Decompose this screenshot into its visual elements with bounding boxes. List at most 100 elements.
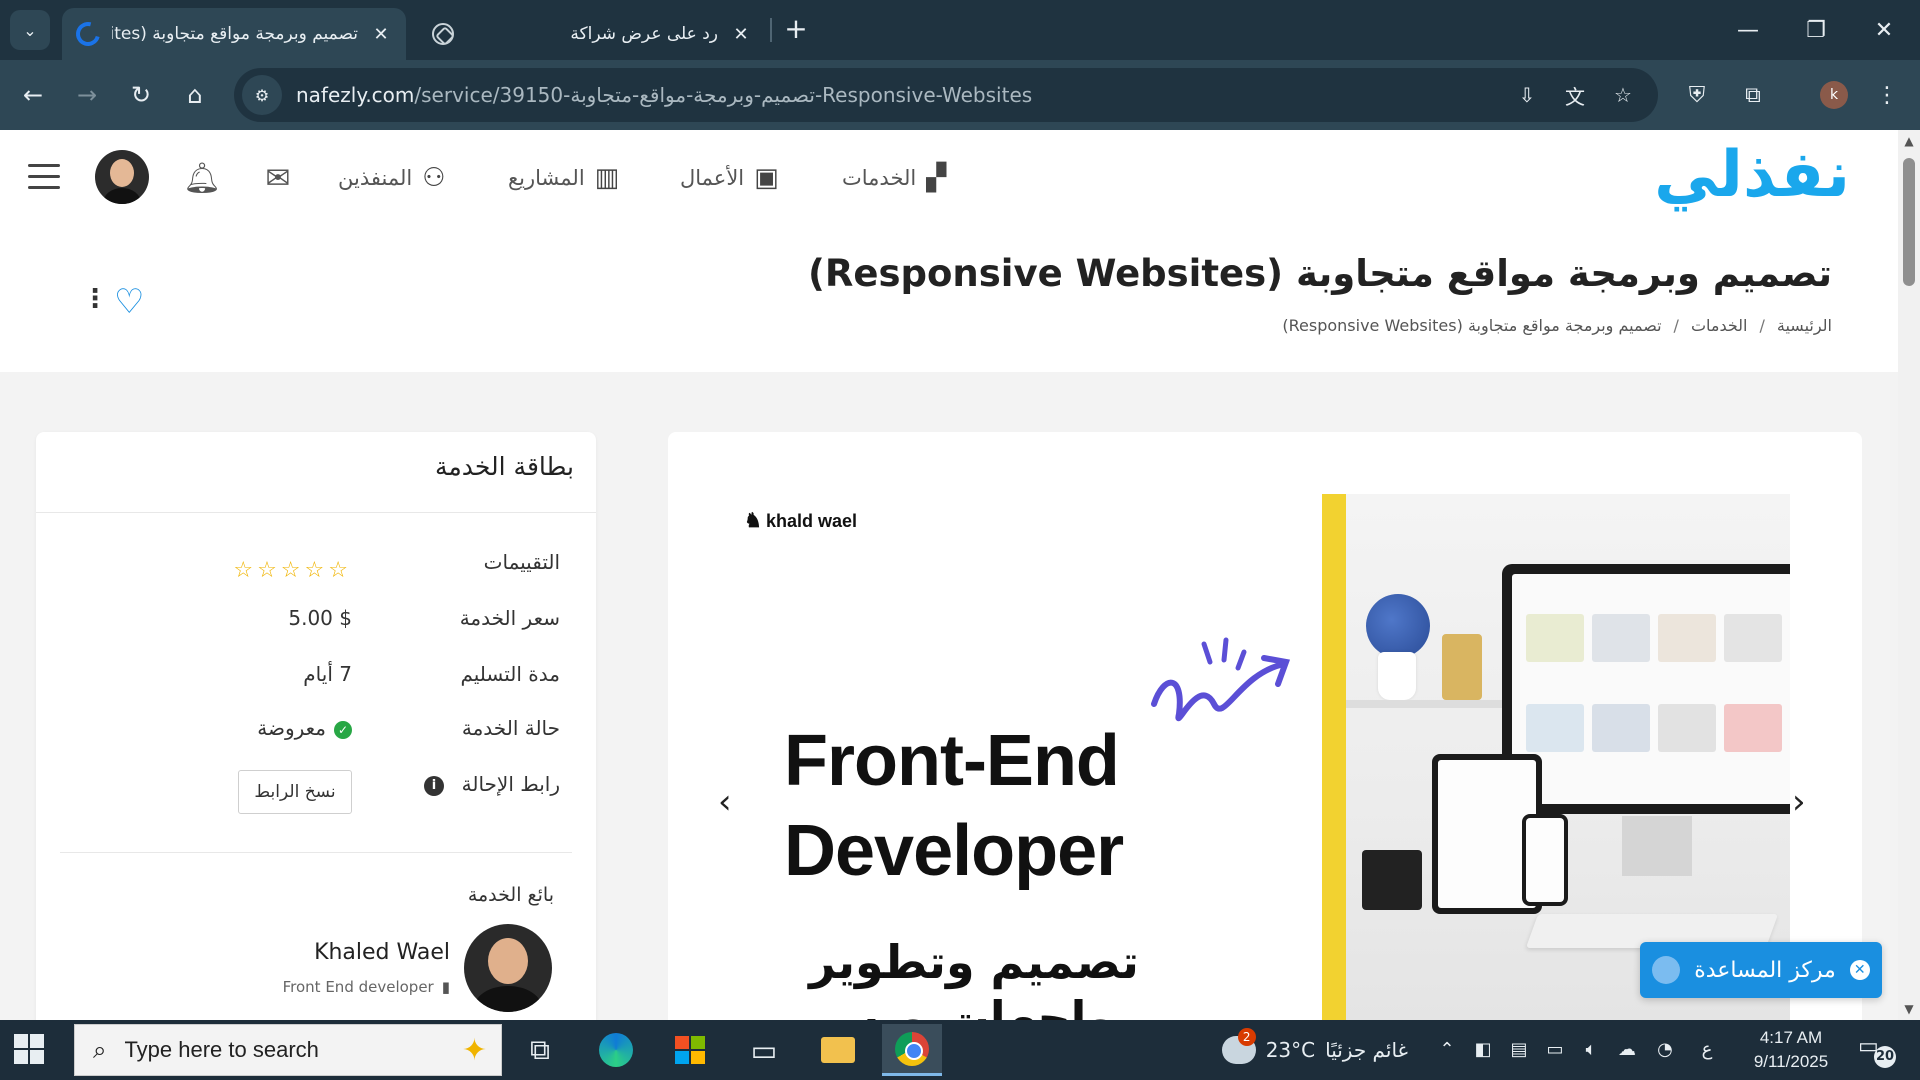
product-tile xyxy=(1658,614,1716,662)
profile-avatar[interactable]: k xyxy=(1820,81,1848,109)
envelope-icon[interactable]: ✉ xyxy=(254,154,302,202)
close-icon[interactable]: ✕ xyxy=(1849,960,1870,980)
close-icon[interactable]: ✕ xyxy=(370,24,392,45)
product-tile xyxy=(1658,704,1716,752)
translate-icon[interactable]: 文 xyxy=(1560,80,1590,110)
box-decoration xyxy=(1362,850,1422,910)
flowers-decoration xyxy=(1366,594,1430,658)
arrow-left-icon: ← xyxy=(22,81,44,109)
tab-search-button[interactable]: ⌄ xyxy=(10,10,50,50)
onedrive-error-icon[interactable]: ☁ xyxy=(1614,1036,1640,1062)
nav-freelancers[interactable]: ⚇ المنفذين xyxy=(338,158,446,198)
seller-role-text: Front End developer xyxy=(282,978,434,996)
site-info-icon[interactable]: ⚙ xyxy=(242,75,282,115)
taskbar-search-placeholder: Type here to search xyxy=(124,1037,319,1062)
meet-icon[interactable]: ◧ xyxy=(1470,1036,1496,1062)
tab-separator xyxy=(770,18,772,42)
chevron-up-icon[interactable]: ⌃ xyxy=(1434,1036,1460,1062)
product-tile xyxy=(1724,704,1782,752)
browser-menu-icon[interactable]: ⋮ xyxy=(1868,76,1906,114)
star-icon: ☆ xyxy=(280,558,305,583)
monitor-stand xyxy=(1622,816,1692,876)
slide-arabic-text: تصميم وتطوير واجهات ويب تفاعلية xyxy=(764,934,1184,1020)
heart-icon[interactable]: ♡ xyxy=(114,282,144,322)
headline-line1: Front-End xyxy=(784,721,1120,801)
edge-icon xyxy=(599,1033,633,1067)
scroll-thumb[interactable] xyxy=(1903,158,1915,286)
chrome-app[interactable] xyxy=(882,1024,942,1076)
weather-temperature: 23°C xyxy=(1265,1038,1316,1062)
phone-screen xyxy=(1526,818,1564,902)
chevron-down-icon: ⌄ xyxy=(23,20,37,40)
card-title: بطاقة الخدمة xyxy=(434,452,574,481)
reload-button[interactable]: ↻ xyxy=(122,76,160,114)
remote-desktop-app[interactable]: ▭ xyxy=(734,1024,794,1076)
minimize-button[interactable]: — xyxy=(1724,10,1772,50)
briefcase-icon: ▥ xyxy=(594,163,620,193)
price-label: سعر الخدمة xyxy=(459,606,560,630)
wifi-icon[interactable]: ◔ xyxy=(1652,1036,1678,1062)
page-scrollbar[interactable]: ▲ ▼ xyxy=(1898,130,1920,1020)
back-button[interactable]: ← xyxy=(14,76,52,114)
hamburger-menu-icon[interactable] xyxy=(28,164,60,190)
edge-app[interactable] xyxy=(586,1024,646,1076)
page-title: تصميم وبرمجة مواقع متجاوبة (Responsive W… xyxy=(808,252,1832,295)
seller-name[interactable]: Khaled Wael xyxy=(314,940,450,965)
shield-extension-icon[interactable]: ⛨ xyxy=(1678,76,1716,114)
notification-center-icon[interactable]: ▭ 20 xyxy=(1858,1034,1898,1068)
scroll-down-icon[interactable]: ▼ xyxy=(1902,1002,1916,1016)
nav-projects[interactable]: ▥ المشاريع xyxy=(508,158,619,198)
close-icon[interactable]: ✕ xyxy=(730,24,752,45)
file-explorer-app[interactable] xyxy=(808,1024,868,1076)
home-icon: ⌂ xyxy=(187,81,203,109)
breadcrumb-home[interactable]: الرئيسية xyxy=(1777,316,1832,335)
tab-active[interactable]: تصميم وبرمجة مواقع متجاوبة (Responsive W… xyxy=(62,8,406,60)
new-tab-button[interactable]: + xyxy=(780,14,812,46)
url-text[interactable]: nafezly.com/service/39150-تصميم-وبرمجة-م… xyxy=(296,83,1032,107)
task-view-icon[interactable]: ⧉ xyxy=(510,1024,570,1076)
bell-icon[interactable]: 🔔︎ xyxy=(178,154,226,202)
kebab-menu-icon[interactable]: ⋮ xyxy=(82,284,108,314)
address-bar[interactable]: ⚙ nafezly.com/service/39150-تصميم-وبرمجة… xyxy=(234,68,1658,122)
nav-services[interactable]: ▞ الخدمات xyxy=(842,158,946,198)
seller-avatar[interactable] xyxy=(464,924,552,1012)
volume-icon[interactable]: 🔈︎ xyxy=(1578,1036,1604,1062)
copy-link-button[interactable]: نسخ الرابط xyxy=(238,770,352,814)
taskbar-search[interactable]: ⌕ Type here to search ✦ xyxy=(74,1024,502,1076)
taskbar-clock[interactable]: 4:17 AM 9/11/2025 xyxy=(1736,1026,1846,1074)
help-center-button[interactable]: ✕ مركز المساعدة xyxy=(1640,942,1882,998)
restore-button[interactable]: ❐ xyxy=(1792,10,1840,50)
close-window-button[interactable]: ✕ xyxy=(1860,10,1908,50)
reload-icon: ↻ xyxy=(130,81,152,109)
store-icon xyxy=(675,1036,705,1064)
tab-inactive[interactable]: رد على عرض شراكة ✕ xyxy=(418,8,766,60)
scroll-up-icon[interactable]: ▲ xyxy=(1902,134,1916,148)
openai-icon xyxy=(432,23,454,45)
home-button[interactable]: ⌂ xyxy=(176,76,214,114)
user-avatar[interactable] xyxy=(95,150,149,204)
site-logo[interactable]: نفذلي xyxy=(1654,138,1852,212)
display-icon[interactable]: ▤ xyxy=(1506,1036,1532,1062)
chevron-left-icon[interactable]: ‹ xyxy=(718,782,732,822)
help-center-label: مركز المساعدة xyxy=(1694,957,1836,983)
install-app-icon[interactable]: ⇩ xyxy=(1512,80,1542,110)
nav-portfolio[interactable]: ▣ الأعمال xyxy=(680,158,779,198)
chevron-right-icon[interactable]: › xyxy=(1792,782,1806,822)
extensions-puzzle-icon[interactable]: ⧉ xyxy=(1734,76,1772,114)
breadcrumb-current: تصميم وبرمجة مواقع متجاوبة (Responsive W… xyxy=(1282,316,1662,335)
yellow-accent-bar xyxy=(1322,494,1346,1020)
service-card: بطاقة الخدمة التقييمات ☆☆☆☆☆ سعر الخدمة … xyxy=(36,432,596,1020)
breadcrumb-services[interactable]: الخدمات xyxy=(1691,316,1748,335)
divider xyxy=(60,852,572,853)
users-icon: ⚇ xyxy=(422,163,446,193)
battery-icon[interactable]: ▭ xyxy=(1542,1036,1568,1062)
product-tile xyxy=(1592,614,1650,662)
forward-button[interactable]: → xyxy=(68,76,106,114)
windows-start-icon[interactable] xyxy=(14,1034,44,1064)
nav-projects-label: المشاريع xyxy=(508,166,585,190)
store-app[interactable] xyxy=(660,1024,720,1076)
weather-widget[interactable]: غائم جزئيًا 23°C 2 xyxy=(1198,1024,1408,1076)
input-language[interactable]: ع xyxy=(1694,1036,1720,1062)
info-icon[interactable]: i xyxy=(424,776,444,796)
bookmark-star-icon[interactable]: ☆ xyxy=(1608,80,1638,110)
